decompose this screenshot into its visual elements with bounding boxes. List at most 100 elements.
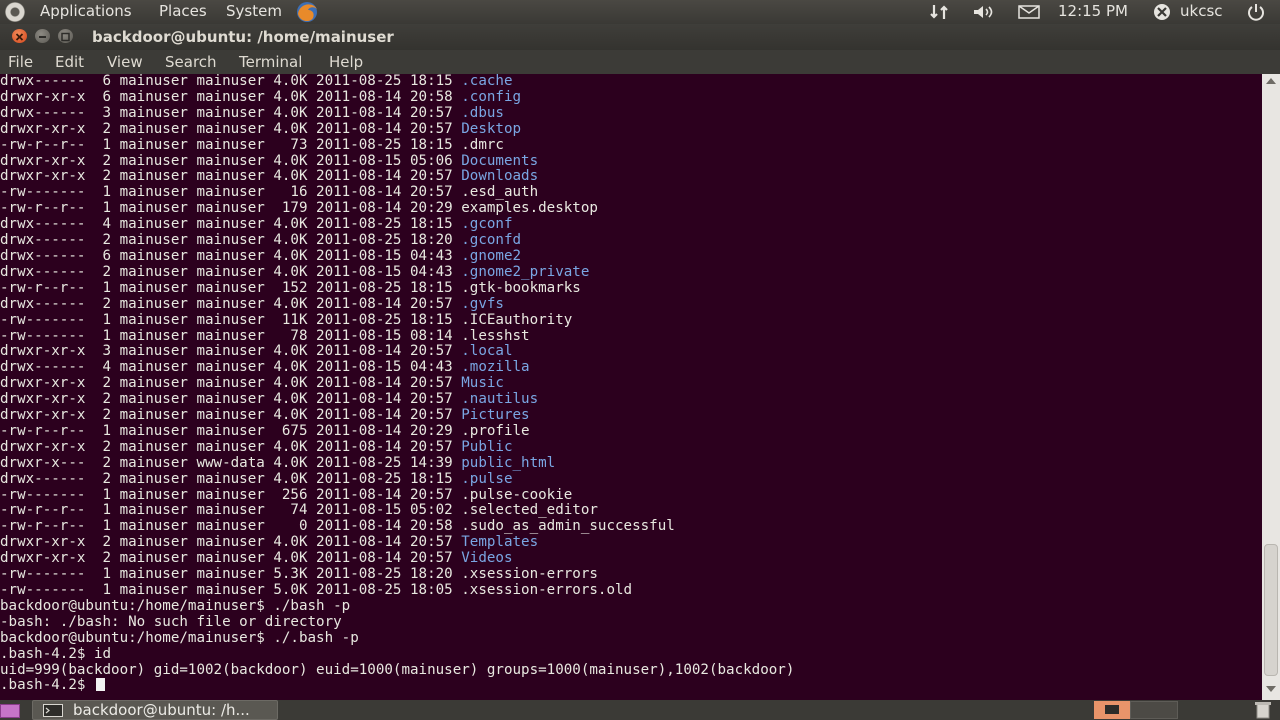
terminal-line: drwx------ 4 mainuser mainuser 4.0K 2011… xyxy=(0,359,794,376)
vertical-scrollbar[interactable] xyxy=(1262,74,1280,700)
menu-edit[interactable]: Edit xyxy=(55,50,84,74)
directory-name: Downloads xyxy=(461,168,539,185)
file-name: .selected_editor xyxy=(461,502,598,519)
menu-view[interactable]: View xyxy=(107,50,143,74)
directory-name: .dbus xyxy=(461,104,504,121)
file-name: .xsession-errors.old xyxy=(461,582,633,598)
terminal-line: -rw-r--r-- 1 mainuser mainuser 179 2011-… xyxy=(0,200,794,217)
directory-name: Documents xyxy=(461,152,539,169)
directory-name: .gvfs xyxy=(461,295,504,312)
terminal-line-text: -rw-r--r-- 1 mainuser mainuser 179 2011-… xyxy=(0,200,462,217)
terminal-line: drwxr-xr-x 2 mainuser mainuser 4.0K 2011… xyxy=(0,120,794,138)
terminal-line-text: backdoor@ubuntu:/home/mainuser$ ./bash -… xyxy=(0,597,351,614)
terminal-line-text: -rw------- 1 mainuser mainuser 16 2011-0… xyxy=(0,184,462,201)
menu-search[interactable]: Search xyxy=(165,50,217,74)
applications-menu[interactable]: Applications xyxy=(40,0,132,24)
network-icon[interactable] xyxy=(930,3,952,21)
close-button[interactable] xyxy=(12,29,27,43)
terminal-area[interactable]: drwx------ 6 mainuser mainuser 4.0K 2011… xyxy=(0,74,1262,700)
mail-icon[interactable] xyxy=(1018,5,1040,19)
volume-icon[interactable] xyxy=(972,3,998,21)
terminal-line: .bash-4.2$ id xyxy=(0,646,794,663)
taskbar-window-button[interactable]: backdoor@ubuntu: /h... xyxy=(32,700,278,720)
terminal-line: uid=999(backdoor) gid=1002(backdoor) eui… xyxy=(0,661,795,679)
directory-name: .pulse xyxy=(461,470,513,487)
directory-name: Templates xyxy=(461,534,539,551)
minimize-button[interactable] xyxy=(35,29,50,43)
terminal-line-text: -rw-r--r-- 1 mainuser mainuser 152 2011-… xyxy=(0,279,462,296)
menu-terminal[interactable]: Terminal xyxy=(239,50,302,74)
terminal-line: drwx------ 6 mainuser mainuser 4.0K 2011… xyxy=(0,247,794,265)
scroll-down-arrow-icon[interactable] xyxy=(1266,686,1276,692)
terminal-line: drwxr-xr-x 3 mainuser mainuser 4.0K 2011… xyxy=(0,343,794,360)
scroll-up-arrow-icon[interactable] xyxy=(1266,78,1276,84)
terminal-line: -rw-r--r-- 1 mainuser mainuser 74 2011-0… xyxy=(0,503,794,519)
terminal-line: drwx------ 6 mainuser mainuser 4.0K 2011… xyxy=(0,74,794,90)
firefox-icon[interactable] xyxy=(292,0,322,24)
terminal-line: drwxr-xr-x 6 mainuser mainuser 4.0K 2011… xyxy=(0,88,794,106)
directory-name: Desktop xyxy=(461,120,522,137)
terminal-line: drwxr-xr-x 2 mainuser mainuser 4.0K 2011… xyxy=(0,534,794,551)
power-icon[interactable] xyxy=(1246,2,1266,22)
terminal-line: -rw------- 1 mainuser mainuser 5.3K 2011… xyxy=(0,566,794,583)
terminal-line-text: -rw-r--r-- 1 mainuser mainuser 0 2011-08… xyxy=(0,518,462,535)
directory-name: Music xyxy=(461,375,504,392)
terminal-line-text: -rw------- 1 mainuser mainuser 5.3K 2011… xyxy=(0,566,462,583)
terminal-line-text: drwxr-xr-x 2 mainuser mainuser 4.0K 2011… xyxy=(0,407,462,424)
terminal-line-text: drwxr-xr-x 2 mainuser mainuser 4.0K 2011… xyxy=(0,438,462,455)
show-desktop-icon[interactable] xyxy=(0,704,20,718)
file-name: .ICEauthority xyxy=(461,311,573,328)
directory-name: public_html xyxy=(461,454,556,471)
maximize-button[interactable] xyxy=(58,29,73,43)
ubuntu-logo-icon[interactable] xyxy=(5,2,25,22)
terminal-output: drwx------ 6 mainuser mainuser 4.0K 2011… xyxy=(0,74,794,694)
system-menu[interactable]: System xyxy=(226,0,282,24)
terminal-line-text: uid=999(backdoor) gid=1002(backdoor) eui… xyxy=(0,661,795,678)
directory-name: .cache xyxy=(461,74,513,89)
terminal-line-text: drwxr-xr-x 2 mainuser mainuser 4.0K 2011… xyxy=(0,550,462,567)
terminal-line-text: drwxr-xr-x 2 mainuser mainuser 4.0K 2011… xyxy=(0,168,462,185)
terminal-line-text: drwxr-xr-x 2 mainuser mainuser 4.0K 2011… xyxy=(0,391,462,408)
file-name: .xsession-errors xyxy=(461,566,598,583)
menu-file[interactable]: File xyxy=(8,50,33,74)
top-panel: Applications Places System 12:15 PM ukcs… xyxy=(0,0,1280,24)
terminal-line-text: backdoor@ubuntu:/home/mainuser$ ./.bash … xyxy=(0,629,359,646)
places-menu[interactable]: Places xyxy=(159,0,207,24)
terminal-line: -rw-r--r-- 1 mainuser mainuser 675 2011-… xyxy=(0,423,794,440)
window-title-bar[interactable]: backdoor@ubuntu: /home/mainuser xyxy=(0,24,1280,50)
terminal-line-text: drwx------ 2 mainuser mainuser 4.0K 2011… xyxy=(0,295,462,312)
terminal-line: drwxr-xr-x 2 mainuser mainuser 4.0K 2011… xyxy=(0,391,794,408)
terminal-line-text: -rw------- 1 mainuser mainuser 11K 2011-… xyxy=(0,311,462,328)
trash-icon[interactable] xyxy=(1254,701,1272,719)
file-name: .pulse-cookie xyxy=(461,486,573,503)
user-name[interactable]: ukcsc xyxy=(1180,0,1223,24)
terminal-line: -rw------- 1 mainuser mainuser 5.0K 2011… xyxy=(0,582,794,599)
terminal-line: drwx------ 2 mainuser mainuser 4.0K 2011… xyxy=(0,470,794,488)
terminal-line: backdoor@ubuntu:/home/mainuser$ ./.bash … xyxy=(0,629,794,647)
maximize-icon xyxy=(61,32,70,42)
terminal-line-text: drwx------ 2 mainuser mainuser 4.0K 2011… xyxy=(0,263,462,280)
directory-name: .mozilla xyxy=(461,359,530,376)
terminal-line: drwx------ 3 mainuser mainuser 4.0K 2011… xyxy=(0,104,794,122)
terminal-line-text: drwx------ 4 mainuser mainuser 4.0K 2011… xyxy=(0,216,462,233)
file-name: .gtk-bookmarks xyxy=(461,279,581,296)
user-status-icon[interactable] xyxy=(1152,3,1172,21)
menu-help[interactable]: Help xyxy=(329,50,363,74)
directory-name: .config xyxy=(461,88,522,105)
scrollbar-thumb[interactable] xyxy=(1264,544,1278,676)
terminal-line-text: drwxr-xr-x 3 mainuser mainuser 4.0K 2011… xyxy=(0,343,462,360)
directory-name: .gnome2 xyxy=(461,247,522,264)
terminal-line: drwx------ 4 mainuser mainuser 4.0K 2011… xyxy=(0,216,794,233)
directory-name: .gnome2_private xyxy=(461,263,590,280)
clock[interactable]: 12:15 PM xyxy=(1058,0,1128,24)
terminal-line: drwxr-xr-x 2 mainuser mainuser 4.0K 2011… xyxy=(0,550,794,567)
workspace-switcher-icon[interactable] xyxy=(1094,701,1130,719)
terminal-line-text: -rw------- 1 mainuser mainuser 5.0K 2011… xyxy=(0,582,462,598)
directory-name: .local xyxy=(461,343,513,360)
terminal-line: drwxr-xr-x 2 mainuser mainuser 4.0K 2011… xyxy=(0,407,794,424)
terminal-line: -rw-r--r-- 1 mainuser mainuser 152 2011-… xyxy=(0,279,794,297)
workspace-empty-icon[interactable] xyxy=(1130,701,1178,719)
terminal-line-text: drwxr-xr-x 2 mainuser mainuser 4.0K 2011… xyxy=(0,120,462,137)
terminal-line-text: drwx------ 2 mainuser mainuser 4.0K 2011… xyxy=(0,232,462,249)
terminal-line-text: drwx------ 3 mainuser mainuser 4.0K 2011… xyxy=(0,104,462,121)
